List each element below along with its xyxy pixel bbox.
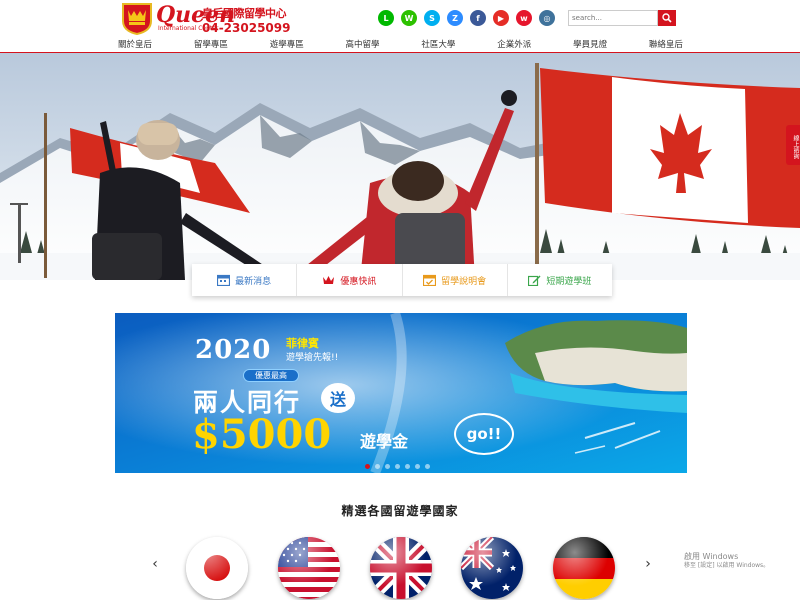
crown-icon xyxy=(322,274,335,286)
nav-community-college[interactable]: 社區大學 xyxy=(421,38,455,52)
online-consult-tab[interactable]: 線上諮詢 xyxy=(786,125,800,165)
social-links: L W S Zf ▶ w ◎ xyxy=(378,10,555,26)
carousel-dot[interactable] xyxy=(425,464,430,469)
carousel-dot[interactable] xyxy=(365,464,370,469)
watermark-line-1: 啟用 Windows xyxy=(684,552,739,561)
quick-links-bar: 最新消息 優惠快訊 留學說明會 短期遊學班 xyxy=(192,264,612,296)
promo-early-bird: 遊學搶先報!! xyxy=(286,353,339,363)
page: Queen 皇后國際留學中心 International Center 04-2… xyxy=(0,0,800,600)
promo-amount-label: 遊學金 xyxy=(360,432,409,451)
promo-badge: 優惠最高 xyxy=(243,369,299,382)
brand-name-cn: 皇后國際留學中心 xyxy=(202,7,287,20)
carousel-dots xyxy=(365,464,430,469)
promo-carousel[interactable]: 2020 菲律賓 遊學搶先報!! 優惠最高 兩人同行 送 $5000 遊學金 g… xyxy=(115,313,687,473)
nav-testimonials[interactable]: 學員見證 xyxy=(573,38,607,52)
calendar-icon xyxy=(217,274,231,286)
wechat-icon[interactable]: W xyxy=(401,10,417,26)
quick-link-label: 最新消息 xyxy=(235,276,272,287)
site-logo[interactable]: Queen 皇后國際留學中心 International Center 04-2… xyxy=(120,1,310,37)
carousel-dot[interactable] xyxy=(405,464,410,469)
facebook-icon[interactable]: f xyxy=(470,10,486,26)
search-icon xyxy=(662,13,672,23)
quick-link-short-course[interactable]: 短期遊學班 xyxy=(508,264,612,296)
crest-icon xyxy=(122,3,152,35)
promo-country: 菲律賓 xyxy=(286,337,319,350)
youtube-icon[interactable]: ▶ xyxy=(493,10,509,26)
carousel-dot[interactable] xyxy=(415,464,420,469)
uk-flag-icon[interactable] xyxy=(370,537,432,599)
windows-activation-watermark: 啟用 Windows 移至 [設定] 以啟用 Windows。 xyxy=(684,552,769,570)
site-header: Queen 皇后國際留學中心 International Center 04-2… xyxy=(0,0,800,52)
nav-corporate[interactable]: 企業外派 xyxy=(497,38,531,52)
watermark-line-2: 移至 [設定] 以啟用 Windows。 xyxy=(684,562,770,570)
calendar-check-icon xyxy=(423,274,437,286)
quick-link-label: 短期遊學班 xyxy=(546,276,592,287)
nav-study-tour[interactable]: 遊學專區 xyxy=(270,38,304,52)
germany-flag-icon[interactable] xyxy=(553,537,615,599)
carousel-dot[interactable] xyxy=(385,464,390,469)
line-icon[interactable]: L xyxy=(378,10,394,26)
promo-gift-badge: 送 xyxy=(321,383,355,413)
nav-contact[interactable]: 聯絡皇后 xyxy=(649,38,683,52)
skype-icon[interactable]: S xyxy=(424,10,440,26)
quick-link-deals[interactable]: 優惠快訊 xyxy=(297,264,403,296)
zoom-icon[interactable]: Z xyxy=(447,10,463,26)
nav-about[interactable]: 關於皇后 xyxy=(118,38,152,52)
carousel-dot[interactable] xyxy=(375,464,380,469)
quick-link-label: 優惠快訊 xyxy=(340,276,377,287)
carousel-dot[interactable] xyxy=(395,464,400,469)
search-input[interactable] xyxy=(568,10,658,26)
edit-icon xyxy=(528,274,541,286)
hero-image xyxy=(0,53,800,280)
main-nav: 關於皇后 留學專區 遊學專區 高中留學 社區大學 企業外派 學員見證 聯絡皇后 xyxy=(118,38,683,52)
countries-title: 精選各國留遊學國家 xyxy=(341,504,459,518)
carousel-prev-icon[interactable]: ‹ xyxy=(149,556,161,572)
brand-phone: 04-23025099 xyxy=(202,21,291,35)
search-box xyxy=(568,10,676,26)
search-button[interactable] xyxy=(658,10,676,26)
weibo-icon[interactable]: w xyxy=(516,10,532,26)
usa-flag-icon[interactable] xyxy=(278,537,340,599)
hero-banner: 線上諮詢 xyxy=(0,53,800,280)
japan-flag-icon[interactable] xyxy=(186,537,248,599)
carousel-next-icon[interactable]: › xyxy=(642,556,654,572)
australia-flag-icon[interactable] xyxy=(461,537,523,599)
promo-go-button[interactable]: go!! xyxy=(454,413,514,455)
instagram-icon[interactable]: ◎ xyxy=(539,10,555,26)
nav-study-abroad[interactable]: 留學專區 xyxy=(194,38,228,52)
nav-high-school[interactable]: 高中留學 xyxy=(346,38,380,52)
quick-link-news[interactable]: 最新消息 xyxy=(192,264,298,296)
quick-link-label: 留學說明會 xyxy=(441,276,487,287)
promo-year: 2020 xyxy=(195,335,272,365)
promo-amount: $5000 xyxy=(192,411,332,458)
quick-link-seminar[interactable]: 留學說明會 xyxy=(403,264,508,296)
